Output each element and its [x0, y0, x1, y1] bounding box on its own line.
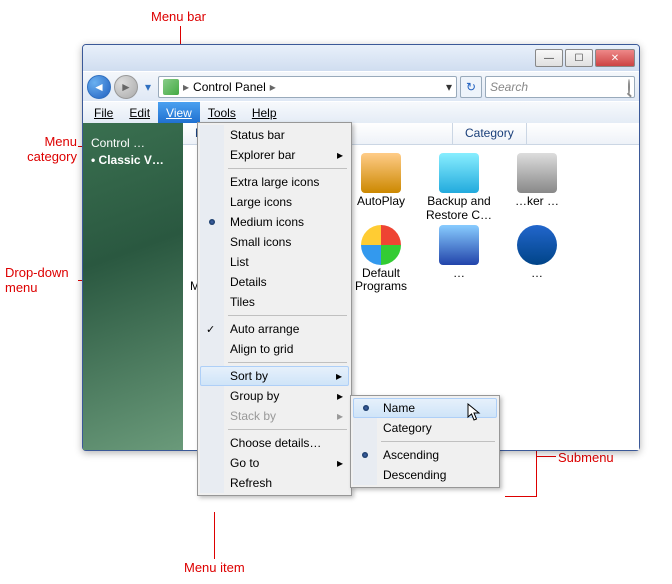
sidebar-item[interactable]: Control … [91, 136, 175, 150]
menu-separator [228, 168, 347, 169]
annotation-dropdown: Drop-down menu [5, 265, 80, 295]
menu-group-by[interactable]: Group by ▸ [200, 386, 349, 406]
menu-label: Stack by [230, 409, 276, 423]
submenu-arrow-icon: ▸ [337, 148, 343, 162]
menu-label: Ascending [383, 448, 439, 462]
address-dropdown-icon[interactable]: ▾ [446, 80, 452, 94]
menu-tools[interactable]: Tools [200, 102, 244, 123]
annotation-menu-bar: Menu bar [151, 9, 206, 24]
menu-auto-arrange[interactable]: ✓ Auto arrange [200, 319, 349, 339]
menu-details[interactable]: Details [200, 272, 349, 292]
check-icon: ✓ [206, 323, 215, 336]
close-button[interactable]: ✕ [595, 49, 635, 67]
menu-explorer-bar[interactable]: Explorer bar ▸ [200, 145, 349, 165]
forward-button[interactable]: ► [114, 75, 138, 99]
cursor-icon [467, 403, 483, 428]
minimize-button[interactable]: — [535, 49, 563, 67]
menu-large-icons[interactable]: Large icons [200, 192, 349, 212]
menu-label: Auto arrange [230, 322, 299, 336]
menu-align-grid[interactable]: Align to grid [200, 339, 349, 359]
refresh-button[interactable]: ↻ [460, 76, 482, 98]
menu-list[interactable]: List [200, 252, 349, 272]
menu-medium-icons[interactable]: Medium icons [200, 212, 349, 232]
item-label: … [531, 266, 543, 280]
menu-sort-by[interactable]: Sort by ▸ [200, 366, 349, 386]
maximize-button[interactable]: ☐ [565, 49, 593, 67]
column-category[interactable]: Category [453, 123, 527, 144]
breadcrumb-text[interactable]: Control Panel [193, 80, 266, 94]
view-dropdown-menu: Status bar Explorer bar ▸ Extra large ico… [197, 122, 352, 496]
back-button[interactable]: ◄ [87, 75, 111, 99]
nav-toolbar: ◄ ► ▾ ▸ Control Panel ▸ ▾ ↻ Search [83, 71, 639, 101]
radio-bullet-icon [363, 405, 369, 411]
menu-file[interactable]: File [86, 102, 121, 123]
menu-edit[interactable]: Edit [121, 102, 158, 123]
submenu-arrow-icon: ▸ [337, 456, 343, 470]
submenu-arrow-icon: ▸ [337, 409, 343, 423]
breadcrumb-sep-icon: ▸ [270, 80, 276, 94]
search-icon [628, 80, 630, 94]
menu-separator [228, 429, 347, 430]
list-item[interactable]: Default Programs [345, 225, 417, 295]
annotation-submenu: Submenu [558, 450, 614, 465]
menu-separator [228, 315, 347, 316]
submenu-ascending[interactable]: Ascending [353, 445, 497, 465]
annotation-menu-item: Menu item [184, 560, 245, 575]
item-label: AutoPlay [357, 194, 405, 208]
cp-icon [439, 225, 479, 265]
annotation-line [505, 496, 537, 497]
submenu-arrow-icon: ▸ [336, 369, 342, 383]
address-bar[interactable]: ▸ Control Panel ▸ ▾ [158, 76, 457, 98]
menu-stack-by: Stack by ▸ [200, 406, 349, 426]
item-label: …ker … [515, 194, 559, 208]
menu-status-bar[interactable]: Status bar [200, 125, 349, 145]
menu-label: Group by [230, 389, 279, 403]
list-item[interactable]: AutoPlay [345, 153, 417, 223]
breadcrumb-sep-icon: ▸ [183, 80, 189, 94]
menu-small-icons[interactable]: Small icons [200, 232, 349, 252]
cp-icon [361, 153, 401, 193]
menu-label: Explorer bar [230, 148, 295, 162]
menu-view[interactable]: View [158, 102, 200, 123]
menu-label: Sort by [230, 369, 268, 383]
annotation-menu-category: Menu category [22, 134, 77, 164]
item-label: Default Programs [355, 266, 407, 294]
annotation-line [536, 456, 556, 457]
titlebar: — ☐ ✕ [83, 45, 639, 71]
menu-label: Medium icons [230, 215, 304, 229]
list-item[interactable]: … [501, 225, 573, 295]
menu-bar: File Edit View Tools Help [83, 101, 639, 123]
menu-label: Go to [230, 456, 259, 470]
menu-go-to[interactable]: Go to ▸ [200, 453, 349, 473]
radio-bullet-icon [209, 219, 215, 225]
cp-icon [439, 153, 479, 193]
search-input[interactable]: Search [485, 76, 635, 98]
item-label: … [453, 266, 465, 280]
menu-separator [381, 441, 495, 442]
cp-icon [517, 153, 557, 193]
menu-choose-details[interactable]: Choose details… [200, 433, 349, 453]
annotation-line [214, 512, 215, 559]
submenu-descending[interactable]: Descending [353, 465, 497, 485]
menu-tiles[interactable]: Tiles [200, 292, 349, 312]
radio-bullet-icon [362, 452, 368, 458]
cp-icon [361, 225, 401, 265]
control-panel-icon [163, 79, 179, 95]
search-placeholder: Search [490, 80, 528, 94]
submenu-arrow-icon: ▸ [337, 389, 343, 403]
menu-refresh[interactable]: Refresh [200, 473, 349, 493]
menu-label: Name [383, 401, 415, 415]
cp-icon [517, 225, 557, 265]
menu-separator [228, 362, 347, 363]
list-item[interactable]: …ker … [501, 153, 573, 223]
sidebar: Control … Classic V… [83, 123, 183, 450]
menu-help[interactable]: Help [244, 102, 285, 123]
list-item[interactable]: … [423, 225, 495, 295]
explorer-window: — ☐ ✕ ◄ ► ▾ ▸ Control Panel ▸ ▾ ↻ Search… [82, 44, 640, 451]
sidebar-item-selected[interactable]: Classic V… [91, 153, 175, 167]
menu-xl-icons[interactable]: Extra large icons [200, 172, 349, 192]
list-item[interactable]: Backup and Restore C… [423, 153, 495, 223]
history-dropdown[interactable]: ▾ [141, 77, 155, 97]
item-label: Backup and Restore C… [426, 194, 492, 222]
